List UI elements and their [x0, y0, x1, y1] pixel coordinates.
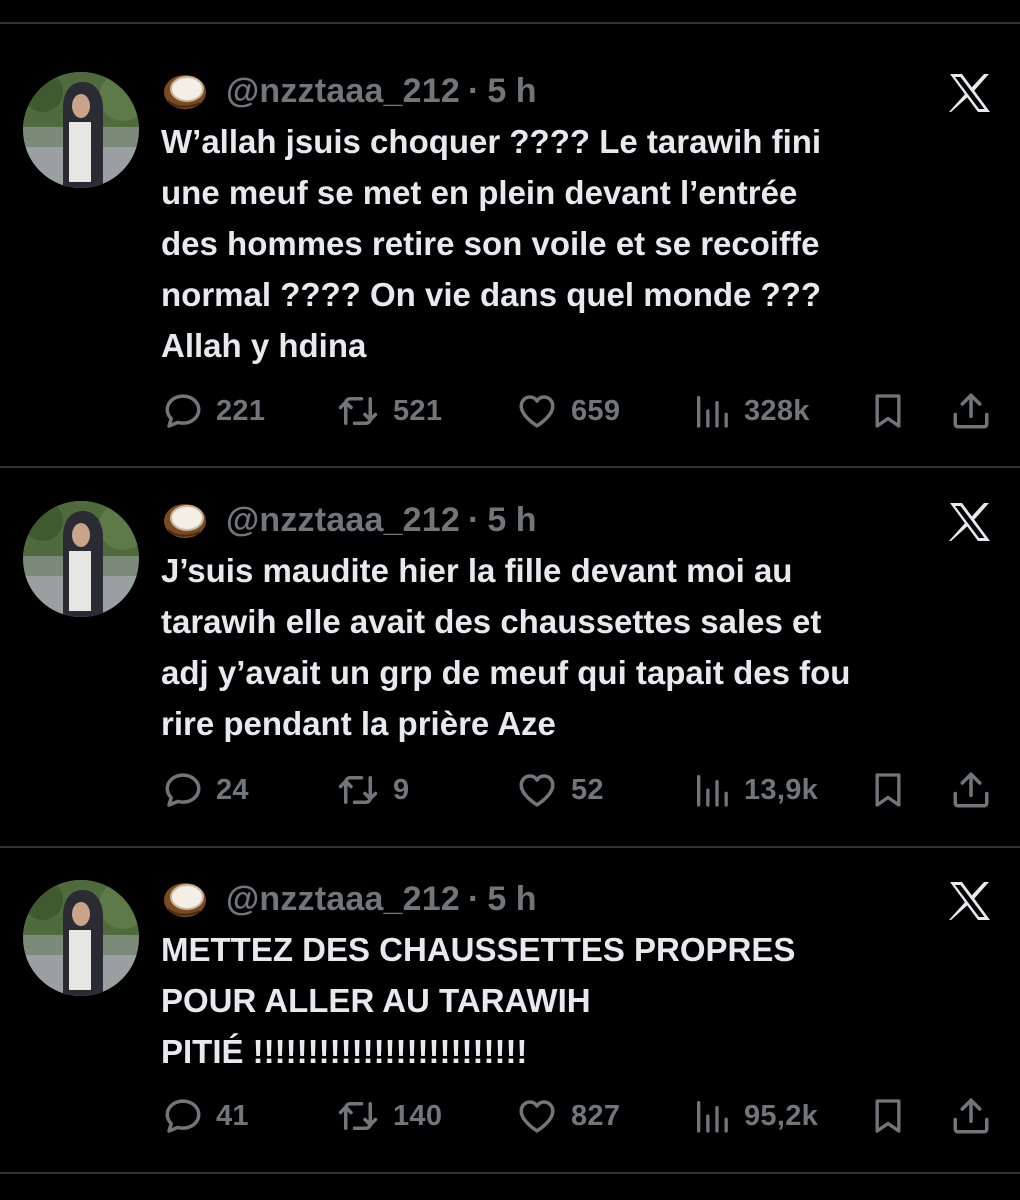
- views-icon: [692, 769, 732, 811]
- like-count: 659: [571, 394, 621, 427]
- tweet-text: METTEZ DES CHAUSSETTES PROPRES POUR ALLE…: [161, 931, 796, 1070]
- share-button[interactable]: [950, 1091, 1004, 1141]
- repost-button[interactable]: 140: [335, 1091, 442, 1141]
- bookmark-icon: [868, 769, 908, 811]
- like-icon: [515, 1095, 559, 1137]
- divider: [0, 466, 1020, 468]
- views-count: 95,2k: [744, 1099, 819, 1132]
- tweet-text: J’suis maudite hier la fille devant moi …: [161, 552, 851, 742]
- bookmark-button[interactable]: [868, 1091, 920, 1141]
- views-button[interactable]: 328k: [692, 386, 810, 436]
- share-button[interactable]: [950, 765, 1004, 815]
- user-handle[interactable]: @nzztaaa_212: [226, 72, 460, 111]
- separator-dot: ·: [468, 879, 480, 918]
- bookmark-icon: [868, 390, 908, 432]
- tweet-header: @nzztaaa_212 · 5 h: [162, 877, 536, 921]
- like-button[interactable]: 827: [515, 1091, 620, 1141]
- views-count: 13,9k: [744, 773, 819, 806]
- timestamp[interactable]: 5 h: [487, 501, 536, 540]
- coconut-icon: [162, 500, 208, 540]
- tweet-header: @nzztaaa_212 · 5 h: [162, 69, 536, 113]
- share-button[interactable]: [950, 386, 1004, 436]
- divider-bottom: [0, 1172, 1020, 1174]
- repost-button[interactable]: 521: [335, 386, 442, 436]
- x-logo-icon: [948, 881, 992, 921]
- separator-dot: ·: [468, 71, 480, 110]
- reply-count: 24: [216, 773, 249, 806]
- views-button[interactable]: 13,9k: [692, 765, 818, 815]
- user-handle[interactable]: @nzztaaa_212: [226, 880, 460, 919]
- views-icon: [692, 390, 732, 432]
- repost-count: 140: [393, 1099, 443, 1132]
- like-icon: [515, 390, 559, 432]
- reply-icon: [162, 390, 204, 432]
- reply-count: 41: [216, 1099, 249, 1132]
- user-handle[interactable]: @nzztaaa_212: [226, 501, 460, 540]
- bookmark-button[interactable]: [868, 765, 920, 815]
- repost-icon: [335, 390, 381, 432]
- repost-count: 521: [393, 394, 443, 427]
- x-logo-icon: [948, 502, 992, 542]
- timestamp[interactable]: 5 h: [487, 880, 536, 919]
- tweet-actions: 24 9 52 13,9k: [0, 765, 1020, 815]
- coconut-icon: [162, 879, 208, 919]
- views-icon: [692, 1095, 732, 1137]
- reply-button[interactable]: 221: [162, 386, 265, 436]
- tweet-text: W’allah jsuis choquer ???? Le tarawih fi…: [161, 123, 822, 364]
- like-count: 827: [571, 1099, 621, 1132]
- x-logo-icon: [948, 73, 992, 113]
- like-button[interactable]: 52: [515, 765, 604, 815]
- separator-dot: ·: [468, 500, 480, 539]
- reply-count: 221: [216, 394, 266, 427]
- avatar[interactable]: [23, 501, 139, 617]
- reply-button[interactable]: 41: [162, 1091, 249, 1141]
- like-button[interactable]: 659: [515, 386, 620, 436]
- reply-icon: [162, 769, 204, 811]
- divider: [0, 846, 1020, 848]
- repost-button[interactable]: 9: [335, 765, 409, 815]
- coconut-icon: [162, 71, 208, 111]
- reply-button[interactable]: 24: [162, 765, 249, 815]
- repost-count: 9: [393, 773, 410, 806]
- divider-top: [0, 22, 1020, 24]
- views-button[interactable]: 95,2k: [692, 1091, 818, 1141]
- timestamp[interactable]: 5 h: [487, 72, 536, 111]
- share-icon: [950, 390, 992, 432]
- views-count: 328k: [744, 394, 810, 427]
- like-icon: [515, 769, 559, 811]
- avatar[interactable]: [23, 880, 139, 996]
- share-icon: [950, 1095, 992, 1137]
- share-icon: [950, 769, 992, 811]
- bookmark-button[interactable]: [868, 386, 920, 436]
- tweet-header: @nzztaaa_212 · 5 h: [162, 498, 536, 542]
- reply-icon: [162, 1095, 204, 1137]
- repost-icon: [335, 769, 381, 811]
- tweet-actions: 41 140 827 95,2k: [0, 1091, 1020, 1141]
- tweet-actions: 221 521 659 328k: [0, 386, 1020, 436]
- like-count: 52: [571, 773, 604, 806]
- repost-icon: [335, 1095, 381, 1137]
- bookmark-icon: [868, 1095, 908, 1137]
- avatar[interactable]: [23, 72, 139, 188]
